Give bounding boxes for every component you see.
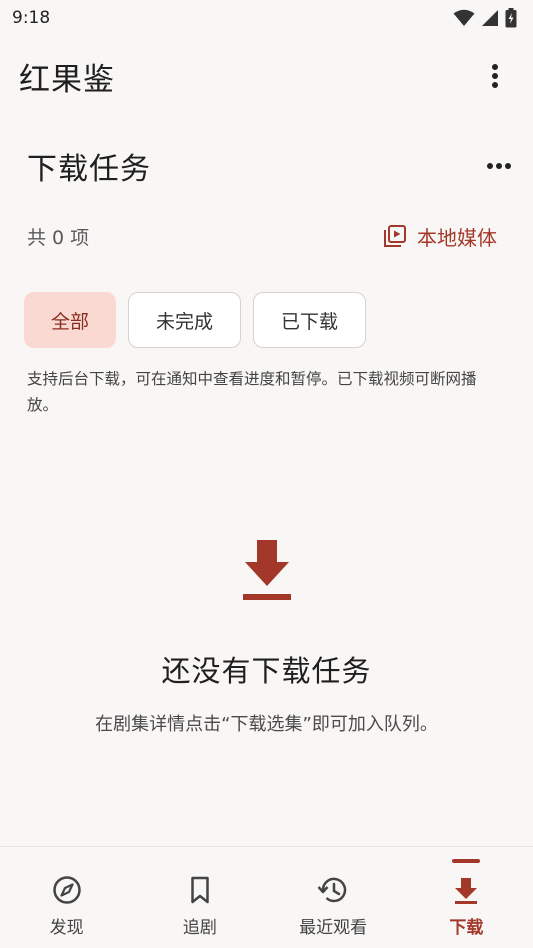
filter-chip-incomplete[interactable]: 未完成 [128, 292, 241, 348]
section-more-button[interactable] [481, 148, 517, 184]
status-time: 9:18 [12, 8, 51, 28]
battery-icon [505, 8, 517, 28]
summary-row: 共 0 项 本地媒体 [0, 216, 533, 256]
wifi-icon [453, 9, 475, 26]
nav-label-recent: 最近观看 [299, 918, 368, 938]
app-title: 红果鉴 [19, 61, 115, 98]
nav-item-recent[interactable]: 最近观看 [267, 847, 400, 948]
nav-label-download: 下载 [449, 918, 484, 938]
nav-label-following: 追剧 [182, 918, 217, 938]
video-library-icon [384, 225, 406, 247]
section-header: 下载任务 [0, 136, 533, 196]
local-media-label: 本地媒体 [417, 225, 497, 250]
more-vert-icon [492, 64, 498, 88]
nav-label-discover: 发现 [49, 918, 84, 938]
overflow-menu-button[interactable] [477, 58, 513, 94]
bookmark-icon [191, 876, 209, 904]
empty-state: 还没有下载任务 在剧集详情点击“下载选集”即可加入队列。 [0, 540, 533, 736]
nav-item-following[interactable]: 追剧 [133, 847, 266, 948]
download-icon [242, 540, 291, 600]
empty-title: 还没有下载任务 [161, 654, 372, 688]
filter-chip-all[interactable]: 全部 [24, 292, 116, 348]
empty-subtitle: 在剧集详情点击“下载选集”即可加入队列。 [95, 714, 438, 735]
nav-item-download[interactable]: 下载 [400, 847, 533, 948]
section-title: 下载任务 [27, 152, 151, 187]
more-horiz-icon [487, 163, 511, 169]
status-bar: 9:18 [0, 0, 533, 36]
bottom-nav: 发现 追剧 最近观看 下载 [0, 846, 533, 948]
task-count: 共 0 项 [27, 226, 90, 249]
nav-item-discover[interactable]: 发现 [0, 847, 133, 948]
compass-icon [52, 876, 81, 904]
local-media-button[interactable]: 本地媒体 [383, 222, 497, 251]
history-icon [317, 877, 347, 903]
download-icon [455, 878, 478, 904]
download-hint: 支持后台下载，可在通知中查看进度和暂停。已下载视频可断网播放。 [27, 370, 477, 414]
filter-chip-downloaded[interactable]: 已下载 [253, 292, 366, 348]
app-bar: 红果鉴 [0, 44, 533, 108]
signal-icon [482, 10, 498, 26]
filter-chips: 全部 未完成 已下载 [24, 292, 366, 348]
status-icons [453, 8, 517, 28]
nav-active-indicator [452, 859, 481, 863]
